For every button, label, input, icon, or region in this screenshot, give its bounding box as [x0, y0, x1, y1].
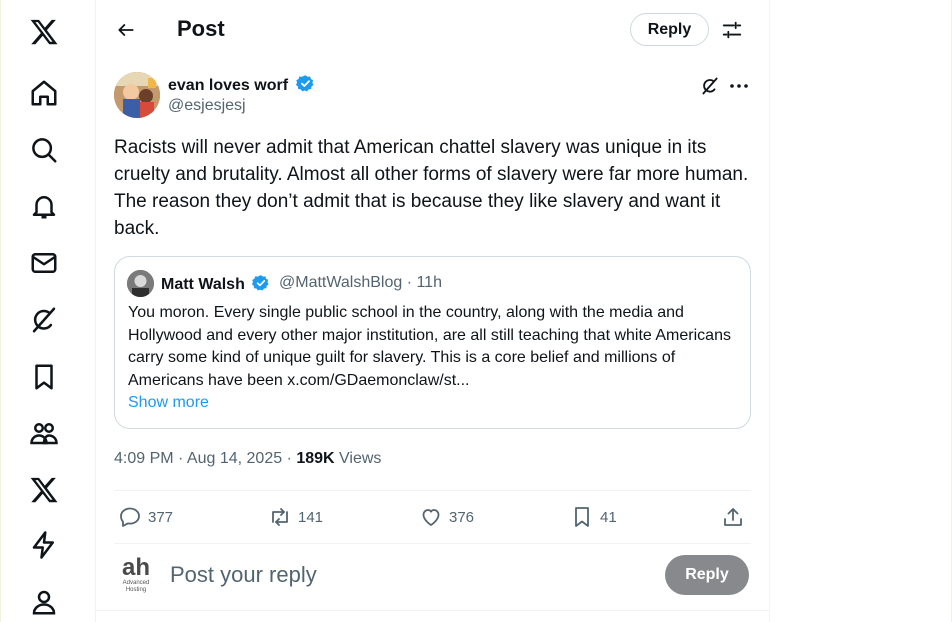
profile-icon[interactable]	[24, 582, 64, 622]
x-logo-icon[interactable]	[24, 12, 64, 52]
back-arrow-icon[interactable]	[110, 14, 142, 46]
composer-avatar-caption-2: Hosting	[126, 587, 146, 593]
views-label: Views	[334, 450, 382, 467]
share-icon	[724, 508, 742, 526]
reply-count: 377	[148, 508, 174, 526]
verified-badge-icon	[252, 275, 269, 291]
quoted-post-text: You moron. Every single public school in…	[128, 304, 731, 390]
repost-icon	[272, 508, 288, 526]
author-name-text: evan loves worf	[168, 77, 289, 94]
share-action[interactable]	[721, 504, 751, 530]
grok-explain-icon[interactable]	[697, 73, 723, 99]
timestamp-text: 4:09 PM · Aug 14, 2025 ·	[114, 450, 297, 467]
reply-icon	[120, 507, 140, 527]
composer-avatar-brand: ah	[122, 554, 150, 581]
bookmark-icon	[575, 507, 589, 527]
reply-button[interactable]: Reply	[665, 555, 749, 595]
heart-icon	[422, 509, 440, 526]
quoted-author-name: Matt Walsh	[161, 274, 270, 294]
divider	[114, 490, 751, 491]
views-count: 189K	[296, 450, 335, 467]
quoted-author-name-text: Matt Walsh	[161, 276, 245, 293]
post-text: Racists will never admit that American c…	[114, 137, 749, 239]
like-action[interactable]: 376	[419, 504, 474, 530]
reply-filter-button[interactable]: Reply	[630, 13, 709, 46]
quoted-author-avatar	[127, 270, 154, 297]
quoted-post[interactable]: Matt Walsh @MattWalshBlog · 11h You moro…	[114, 256, 751, 429]
author-name[interactable]: evan loves worf	[168, 74, 315, 95]
reply-input[interactable]: Post your reply	[170, 562, 317, 588]
divider	[96, 610, 769, 611]
divider	[114, 543, 751, 544]
quoted-author-meta: @MattWalshBlog · 11h	[279, 274, 442, 291]
post-timestamp: 4:09 PM · Aug 14, 2025 · 189K Views	[114, 450, 381, 468]
premium-icon[interactable]	[24, 470, 64, 510]
show-more-link[interactable]: Show more	[128, 394, 209, 412]
repost-count: 141	[298, 508, 324, 526]
more-options-icon[interactable]	[726, 73, 752, 99]
post-detail-column: Post Reply evan loves worf @esjesjesj Ra…	[96, 0, 769, 622]
composer-avatar-caption-1: Advanced	[123, 580, 150, 586]
author-handle[interactable]: @esjesjesj	[168, 97, 246, 115]
reply-action[interactable]: 377	[118, 504, 173, 530]
explore-icon[interactable]	[24, 130, 64, 170]
composer-avatar: ah Advanced Hosting	[114, 551, 158, 595]
bookmark-action[interactable]: 41	[570, 504, 617, 530]
bookmark-count: 41	[600, 508, 617, 526]
bookmarks-icon[interactable]	[24, 357, 64, 397]
verified-orgs-icon[interactable]	[24, 525, 64, 565]
like-count: 376	[449, 508, 475, 526]
repost-action[interactable]: 141	[268, 504, 323, 530]
tune-icon[interactable]	[718, 16, 746, 44]
communities-icon[interactable]	[24, 413, 64, 453]
messages-icon[interactable]	[24, 243, 64, 283]
grok-icon[interactable]	[24, 300, 64, 340]
left-nav	[0, 0, 95, 622]
author-avatar[interactable]	[114, 72, 160, 118]
page-title: Post	[177, 16, 225, 41]
notifications-icon[interactable]	[24, 186, 64, 226]
home-icon[interactable]	[24, 73, 64, 113]
verified-badge-icon	[295, 75, 313, 92]
